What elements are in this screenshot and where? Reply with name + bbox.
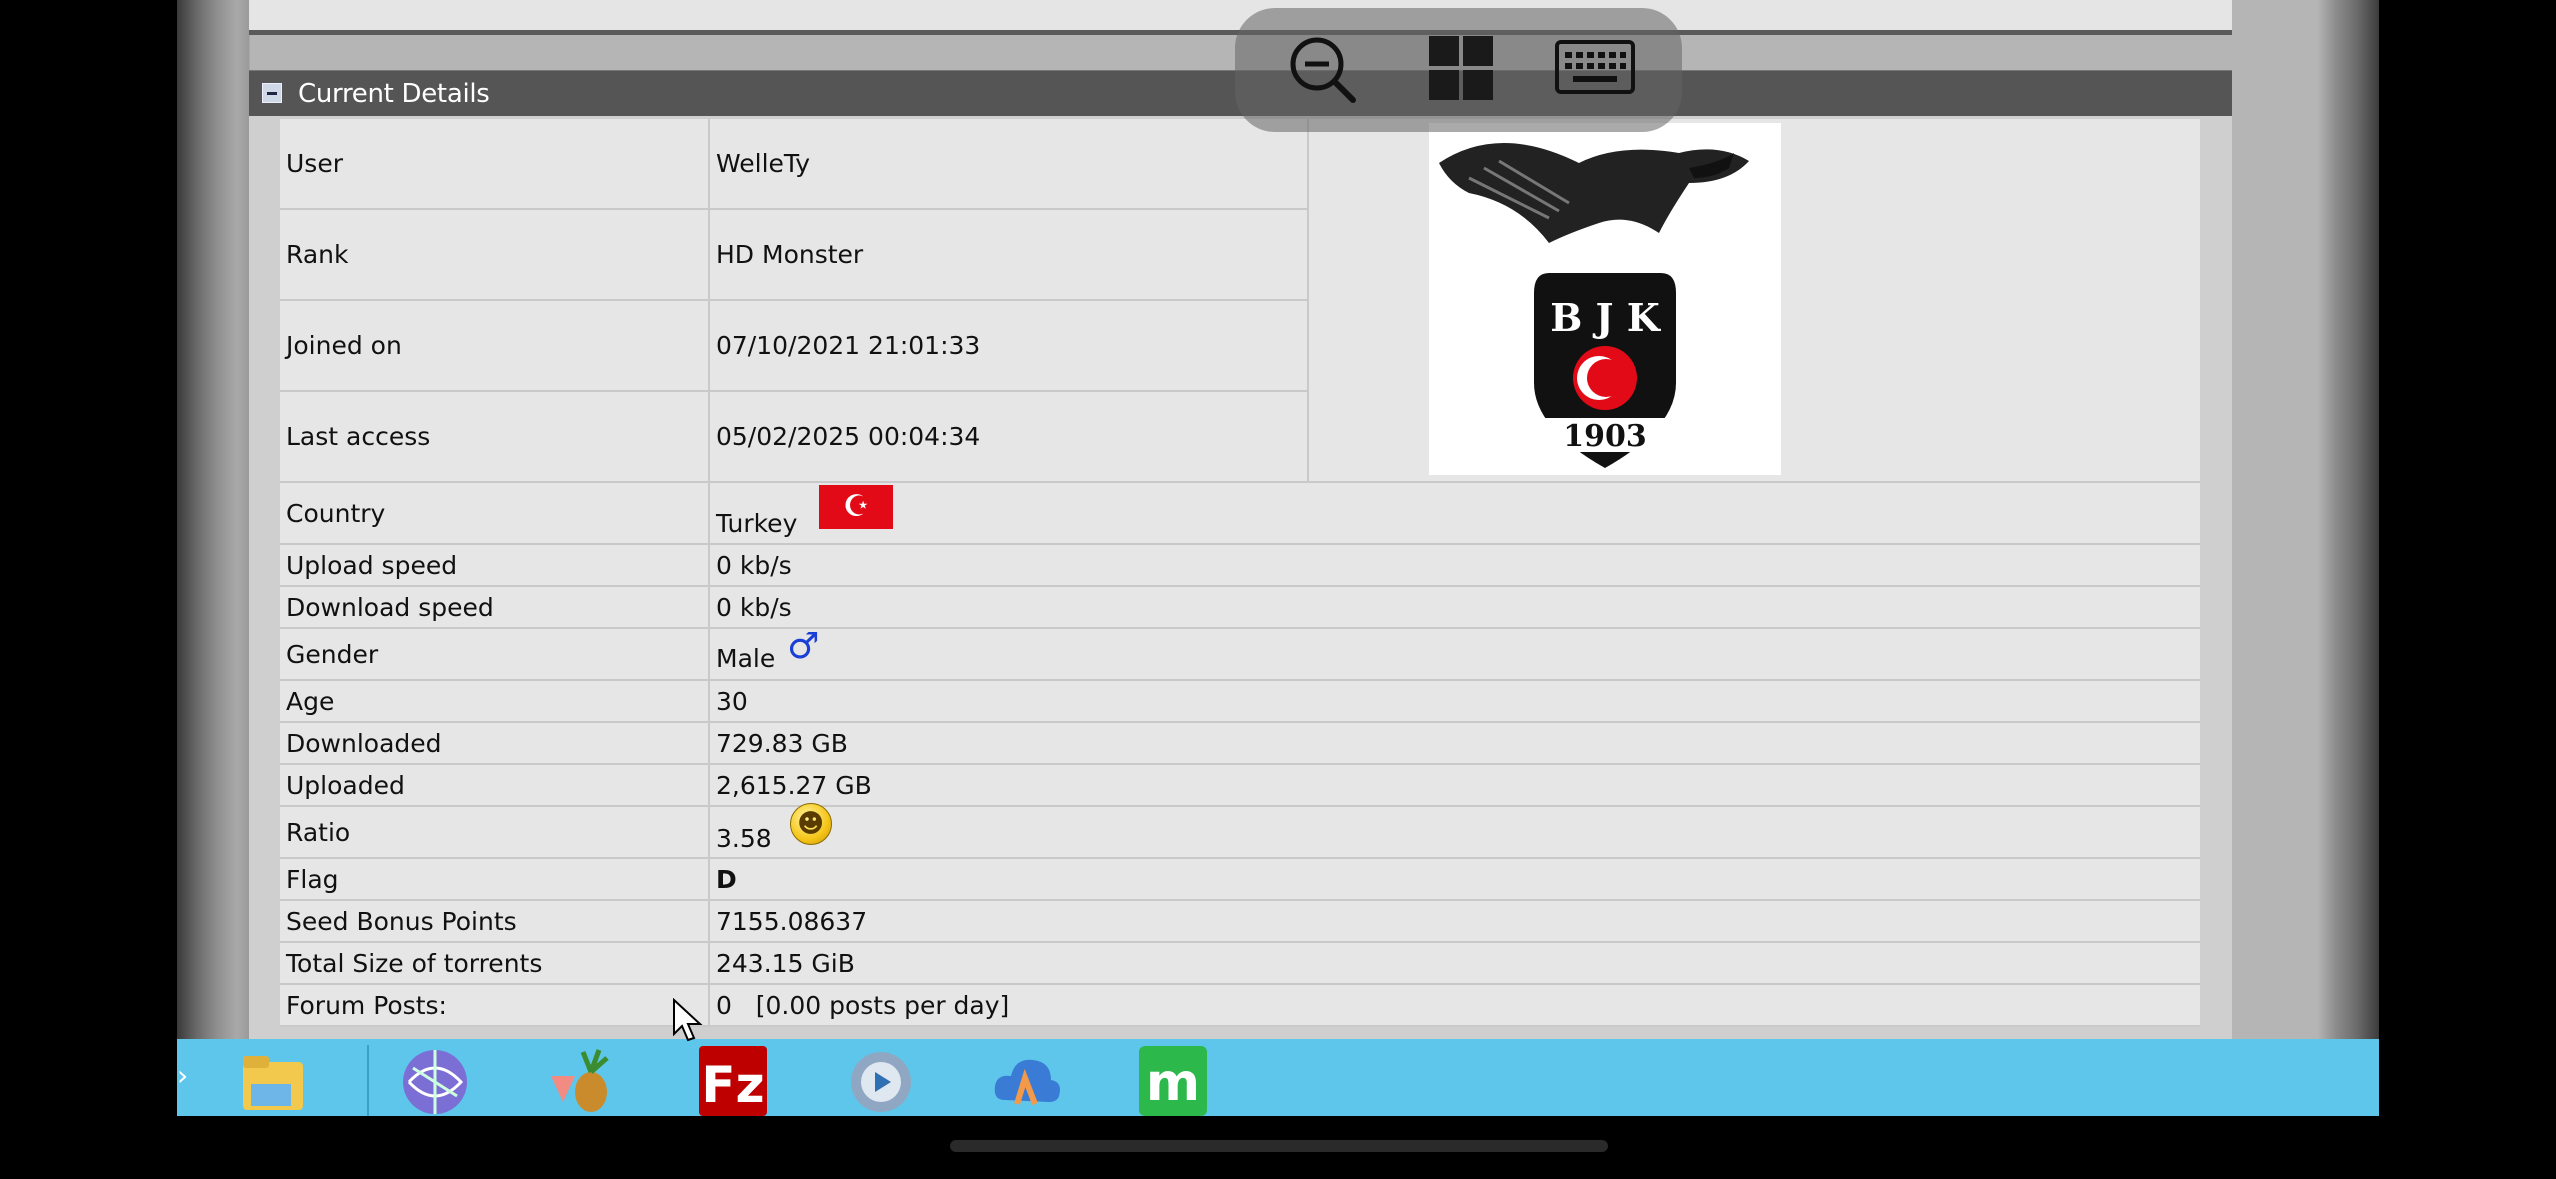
svg-text:m: m bbox=[1146, 1053, 1200, 1113]
joined-value: 07/10/2021 21:01:33 bbox=[709, 299, 1309, 392]
gender-value: Male bbox=[716, 644, 776, 673]
table-row: Seed Bonus Points 7155.08637 bbox=[280, 900, 2200, 943]
taskbar: › Fz m bbox=[177, 1039, 2379, 1116]
row-label: Joined on bbox=[280, 299, 710, 392]
table-row: Ratio 3.58 ☻ bbox=[280, 803, 2200, 859]
windows-icon[interactable] bbox=[1427, 34, 1495, 102]
torrents-size-value: 243.15 GiB bbox=[709, 942, 2200, 985]
collapse-button[interactable] bbox=[262, 83, 282, 103]
download-speed-value: 0 kb/s bbox=[709, 586, 2200, 629]
svg-text:B J K: B J K bbox=[1550, 295, 1662, 340]
table-row: Age 30 bbox=[280, 680, 2200, 723]
table-row: Downloaded 729.83 GB bbox=[280, 722, 2200, 765]
remote-desktop-screen: Current Details User WelleTy B J K 1903 … bbox=[177, 0, 2379, 1116]
pineapple-app-icon[interactable] bbox=[547, 1044, 619, 1116]
row-label: Country bbox=[280, 482, 710, 545]
file-explorer-icon[interactable] bbox=[237, 1044, 309, 1116]
rank-value: HD Monster bbox=[709, 208, 1309, 301]
ratio-value: 3.58 bbox=[716, 824, 772, 853]
row-label: Flag bbox=[280, 858, 710, 901]
mouse-cursor-icon bbox=[673, 998, 703, 1042]
table-row: Uploaded 2,615.27 GB bbox=[280, 764, 2200, 807]
user-value: WelleTy bbox=[709, 119, 1309, 210]
m-app-icon[interactable]: m bbox=[1137, 1044, 1209, 1116]
panel-title: Current Details bbox=[298, 79, 490, 109]
table-row: Gender Male ♂ bbox=[280, 625, 2200, 681]
table-row: Upload speed 0 kb/s bbox=[280, 544, 2200, 587]
turkey-flag-icon: ☪ bbox=[819, 485, 894, 529]
row-label: Ratio bbox=[280, 806, 710, 859]
laughing-smiley-icon: ☻ bbox=[789, 803, 832, 845]
chevron-right-icon[interactable]: › bbox=[177, 1059, 188, 1092]
table-row: Flag D bbox=[280, 858, 2200, 901]
row-label: Last access bbox=[280, 390, 710, 484]
row-label: Uploaded bbox=[280, 764, 710, 807]
avatar: B J K 1903 bbox=[1428, 123, 1781, 475]
avatar-cell: B J K 1903 bbox=[1308, 119, 2200, 483]
keyboard-icon[interactable] bbox=[1555, 40, 1635, 100]
country-value: Turkey bbox=[716, 509, 798, 538]
details-table: User WelleTy B J K 1903 Rank HD Monster … bbox=[280, 119, 2200, 1027]
table-row: Country Turkey ☪ bbox=[280, 482, 2200, 545]
row-label: User bbox=[280, 119, 710, 210]
last-access-value: 05/02/2025 00:04:34 bbox=[709, 390, 1309, 484]
table-row: Total Size of torrents 243.15 GiB bbox=[280, 942, 2200, 985]
row-label: Seed Bonus Points bbox=[280, 900, 710, 943]
table-row: User WelleTy B J K 1903 bbox=[280, 119, 2200, 483]
row-label: Forum Posts: bbox=[280, 984, 710, 1027]
taskbar-divider bbox=[367, 1045, 369, 1116]
remote-toolbar bbox=[1235, 8, 1682, 132]
age-value: 30 bbox=[709, 680, 2200, 723]
row-label: Age bbox=[280, 680, 710, 723]
downloaded-value: 729.83 GB bbox=[709, 722, 2200, 765]
male-symbol-icon: ♂ bbox=[787, 625, 820, 667]
row-label: Rank bbox=[280, 208, 710, 301]
zoom-out-icon[interactable] bbox=[1287, 34, 1359, 106]
svg-text:Fz: Fz bbox=[701, 1056, 764, 1114]
row-label: Total Size of torrents bbox=[280, 942, 710, 985]
row-label: Upload speed bbox=[280, 544, 710, 587]
forum-posts-value: 0 [0.00 posts per day] bbox=[709, 984, 2200, 1027]
home-indicator[interactable] bbox=[950, 1140, 1608, 1152]
row-label: Gender bbox=[280, 628, 710, 681]
bjk-eagle-logo: B J K 1903 bbox=[1438, 143, 1749, 468]
globe-app-icon[interactable] bbox=[399, 1044, 471, 1116]
row-label: Download speed bbox=[280, 586, 710, 629]
uploaded-value: 2,615.27 GB bbox=[709, 764, 2200, 807]
settings-gear-icon[interactable] bbox=[845, 1044, 917, 1116]
table-row: Forum Posts: 0 [0.00 posts per day] bbox=[280, 984, 2200, 1027]
flag-value: D bbox=[709, 858, 2200, 901]
cloud-app-icon[interactable] bbox=[991, 1044, 1063, 1116]
upload-speed-value: 0 kb/s bbox=[709, 544, 2200, 587]
table-row: Download speed 0 kb/s bbox=[280, 586, 2200, 629]
row-label: Downloaded bbox=[280, 722, 710, 765]
seed-bonus-value: 7155.08637 bbox=[709, 900, 2200, 943]
svg-text:1903: 1903 bbox=[1563, 419, 1647, 454]
filezilla-icon[interactable]: Fz bbox=[697, 1044, 769, 1116]
